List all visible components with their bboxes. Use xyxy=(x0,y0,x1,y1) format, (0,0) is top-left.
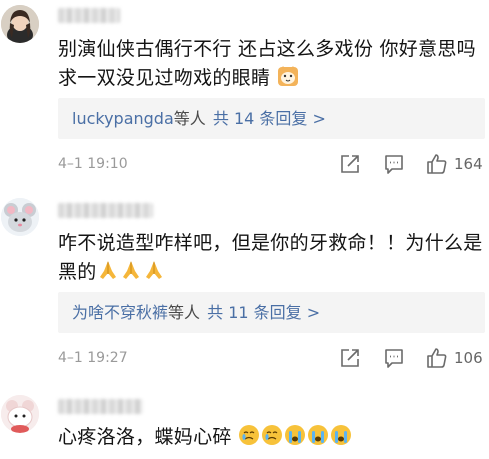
comment-date: 4–1 19:27 xyxy=(58,350,128,366)
comment-date: 4–1 19:10 xyxy=(58,156,128,172)
like-count: 106 xyxy=(454,349,483,367)
comment-footer: 4–1 19:27 106 xyxy=(58,347,485,373)
reply-count-link[interactable]: 共 11 条回复 > xyxy=(207,303,320,322)
crying-emoji xyxy=(239,425,260,445)
comment-footer: 4–1 19:10 164 xyxy=(58,153,485,179)
share-icon[interactable] xyxy=(339,153,361,175)
like-icon[interactable] xyxy=(426,153,448,175)
sobbing-emoji xyxy=(285,425,306,445)
username[interactable] xyxy=(58,8,120,23)
crying-emoji xyxy=(262,425,283,445)
reply-users-suffix: 等人 xyxy=(168,303,201,322)
reply-summary[interactable]: luckypangda等人 共 14 条回复 > xyxy=(58,98,485,139)
comment-icon[interactable] xyxy=(383,153,405,175)
reply-summary[interactable]: 为啥不穿秋裤等人 共 11 条回复 > xyxy=(58,292,485,333)
comment-text: 别演仙侠古偶行不行 还占这么多戏份 你好意思吗求一双没见过吻戏的眼睛 xyxy=(58,38,476,89)
reply-users-link[interactable]: 为啥不穿秋裤 xyxy=(72,303,168,322)
comment-list: 别演仙侠古偶行不行 还占这么多戏份 你好意思吗求一双没见过吻戏的眼睛 lucky… xyxy=(0,0,489,459)
avatar[interactable] xyxy=(1,395,39,433)
comment-text: 咋不说造型咋样吧，但是你的牙救命！！为什么是黑的 xyxy=(58,232,483,283)
pray-emoji xyxy=(145,261,162,279)
sobbing-emoji xyxy=(308,425,329,445)
avatar[interactable] xyxy=(1,5,39,43)
share-icon[interactable] xyxy=(339,347,361,369)
reply-count-link[interactable]: 共 14 条回复 > xyxy=(213,109,326,128)
username[interactable] xyxy=(58,399,143,414)
pray-emoji xyxy=(99,261,116,279)
like-count: 164 xyxy=(454,155,483,173)
reply-users-suffix: 等人 xyxy=(173,109,206,128)
sobbing-emoji xyxy=(331,425,352,445)
pray-emoji xyxy=(122,261,139,279)
comment-icon[interactable] xyxy=(383,347,405,369)
comment-text: 心疼洛洛，蝶妈心碎 xyxy=(58,423,483,452)
reply-users-link[interactable]: luckypangda xyxy=(72,109,174,128)
username[interactable] xyxy=(58,203,153,218)
like-icon[interactable] xyxy=(426,347,448,369)
avatar[interactable] xyxy=(1,198,39,236)
cat-emoji xyxy=(277,66,298,86)
